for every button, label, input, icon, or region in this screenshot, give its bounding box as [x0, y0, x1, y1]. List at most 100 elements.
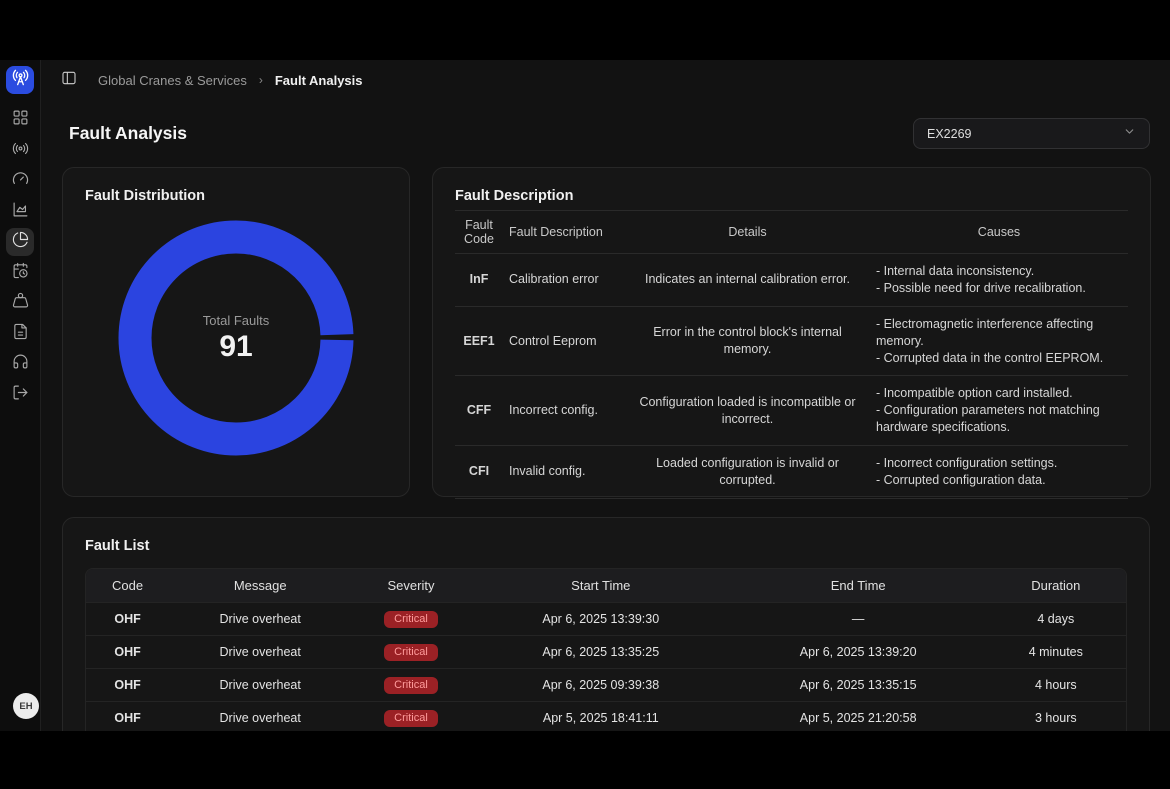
donut-center-label: Total Faults: [203, 313, 269, 328]
table-row[interactable]: OHF Drive overheat Critical Apr 6, 2025 …: [86, 636, 1126, 669]
severity-badge: Critical: [384, 710, 438, 727]
table-row[interactable]: OHF Drive overheat Critical Apr 6, 2025 …: [86, 669, 1126, 702]
column-header-details: Details: [625, 211, 870, 254]
page-header: Fault Analysis EX2269: [41, 100, 1170, 149]
cause-line: - Incompatible option card installed.: [876, 385, 1122, 402]
fault-distribution-card: Fault Distribution Total Faults 91: [62, 167, 410, 497]
fault-code: OHF: [86, 603, 169, 636]
calendar-clock-icon: [12, 262, 29, 284]
severity-cell: Critical: [351, 636, 471, 669]
sidebar: EH: [0, 60, 41, 731]
fault-code: CFI: [455, 446, 503, 499]
sidebar-item-area-chart[interactable]: [6, 198, 34, 226]
dashboard-grid-icon: [12, 109, 29, 131]
fault-code: EEF1: [455, 306, 503, 376]
breadcrumb: Global Cranes & Services › Fault Analysi…: [98, 73, 363, 88]
fault-list-table-wrap: Code Message Severity Start Time End Tim…: [85, 568, 1127, 731]
fault-description-table: Fault Code Fault Description Details Cau…: [455, 210, 1128, 499]
severity-cell: Critical: [351, 702, 471, 732]
panel-left-icon: [61, 70, 77, 91]
sidebar-item-fault-analysis[interactable]: [6, 228, 34, 256]
fault-code: OHF: [86, 702, 169, 732]
fault-description-title: Fault Description: [455, 188, 1128, 204]
column-header-end-time: End Time: [731, 569, 986, 603]
sidebar-item-dashboard[interactable]: [6, 106, 34, 134]
sidebar-item-gauge[interactable]: [6, 167, 34, 195]
device-select-value: EX2269: [927, 127, 971, 141]
start-time: Apr 6, 2025 09:39:38: [471, 669, 731, 702]
fault-list-table: Code Message Severity Start Time End Tim…: [86, 569, 1126, 731]
fault-distribution-donut-chart[interactable]: Total Faults 91: [118, 220, 354, 456]
table-row[interactable]: OHF Drive overheat Critical Apr 6, 2025 …: [86, 603, 1126, 636]
fault-message: Drive overheat: [169, 669, 351, 702]
column-header-message: Message: [169, 569, 351, 603]
table-row: CFI Invalid config. Loaded configuration…: [455, 446, 1128, 499]
column-header-fault-code: Fault Code: [455, 211, 503, 254]
fault-details: Configuration loaded is incompatible or …: [625, 376, 870, 446]
fault-distribution-title: Fault Distribution: [85, 188, 387, 204]
breadcrumb-root-link[interactable]: Global Cranes & Services: [98, 73, 247, 88]
cause-line: - Incorrect configuration settings.: [876, 455, 1122, 472]
table-row[interactable]: OHF Drive overheat Critical Apr 5, 2025 …: [86, 702, 1126, 732]
column-header-duration: Duration: [986, 569, 1126, 603]
fault-description: Calibration error: [503, 254, 625, 307]
column-header-start-time: Start Time: [471, 569, 731, 603]
cause-line: - Corrupted configuration data.: [876, 472, 1122, 489]
broadcast-icon: [12, 140, 29, 162]
cause-line: - Corrupted data in the control EEPROM.: [876, 350, 1122, 367]
severity-badge: Critical: [384, 677, 438, 694]
radio-tower-icon: [12, 69, 29, 91]
column-header-severity: Severity: [351, 569, 471, 603]
sidebar-item-schedule[interactable]: [6, 259, 34, 287]
fault-description-card: Fault Description Fault Code Fault Descr…: [432, 167, 1151, 497]
pie-chart-icon: [12, 231, 29, 253]
table-header-row: Fault Code Fault Description Details Cau…: [455, 211, 1128, 254]
cause-line: - Configuration parameters not matching …: [876, 402, 1122, 436]
severity-cell: Critical: [351, 603, 471, 636]
fault-causes: - Electromagnetic interference affecting…: [870, 306, 1128, 376]
document-icon: [12, 323, 29, 345]
sidebar-item-broadcast[interactable]: [6, 137, 34, 165]
table-row: CFF Incorrect config. Configuration load…: [455, 376, 1128, 446]
cause-line: - Possible need for drive recalibration.: [876, 280, 1122, 297]
end-time: Apr 6, 2025 13:39:20: [731, 636, 986, 669]
sidebar-item-logout[interactable]: [6, 381, 34, 409]
cause-line: - Internal data inconsistency.: [876, 263, 1122, 280]
start-time: Apr 5, 2025 18:41:11: [471, 702, 731, 732]
area-chart-icon: [12, 201, 29, 223]
sidebar-toggle-button[interactable]: [60, 71, 78, 89]
duration: 3 hours: [986, 702, 1126, 732]
top-cards-row: Fault Distribution Total Faults 91 Fault…: [62, 167, 1150, 497]
sidebar-item-support[interactable]: [6, 350, 34, 378]
start-time: Apr 6, 2025 13:39:30: [471, 603, 731, 636]
end-time: Apr 5, 2025 21:20:58: [731, 702, 986, 732]
donut-center: Total Faults 91: [118, 220, 354, 456]
fault-description: Incorrect config.: [503, 376, 625, 446]
column-header-causes: Causes: [870, 211, 1128, 254]
app-logo[interactable]: [6, 66, 34, 94]
fault-causes: - Internal data inconsistency. - Possibl…: [870, 254, 1128, 307]
table-row: InF Calibration error Indicates an inter…: [455, 254, 1128, 307]
column-header-code: Code: [86, 569, 169, 603]
table-row: EEF1 Control Eeprom Error in the control…: [455, 306, 1128, 376]
fault-message: Drive overheat: [169, 603, 351, 636]
fault-list-card: Fault List Code Message Severity Start T…: [62, 517, 1150, 731]
weight-icon: [12, 292, 29, 314]
sidebar-nav: [6, 106, 34, 411]
sidebar-item-load[interactable]: [6, 289, 34, 317]
fault-message: Drive overheat: [169, 636, 351, 669]
user-avatar[interactable]: EH: [13, 693, 39, 719]
start-time: Apr 6, 2025 13:35:25: [471, 636, 731, 669]
sidebar-item-reports[interactable]: [6, 320, 34, 348]
duration: 4 days: [986, 603, 1126, 636]
fault-code: CFF: [455, 376, 503, 446]
fault-details: Indicates an internal calibration error.: [625, 254, 870, 307]
topbar: Global Cranes & Services › Fault Analysi…: [41, 60, 1170, 100]
device-select-dropdown[interactable]: EX2269: [913, 118, 1150, 149]
duration: 4 hours: [986, 669, 1126, 702]
breadcrumb-separator-icon: ›: [259, 73, 263, 87]
page-title: Fault Analysis: [69, 123, 187, 144]
severity-cell: Critical: [351, 669, 471, 702]
gauge-icon: [12, 170, 29, 192]
fault-code: OHF: [86, 669, 169, 702]
